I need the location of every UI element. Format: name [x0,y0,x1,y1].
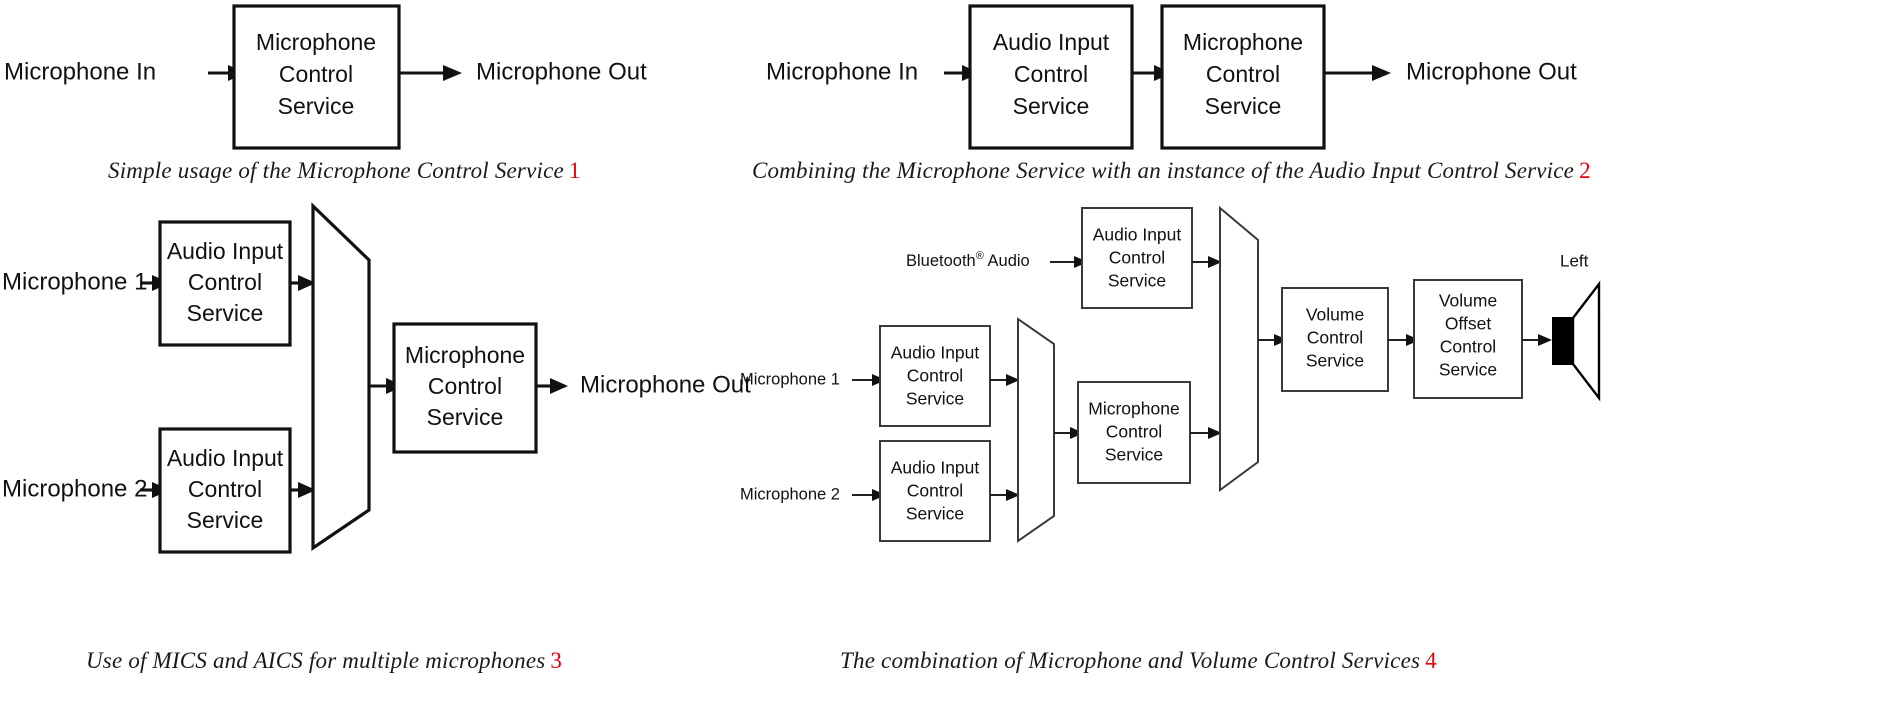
figure-3-number: 3 [550,648,563,673]
input-label-microphone-in: Microphone In [766,58,918,85]
figure-2: Microphone In Audio Input Control Servic… [762,0,1882,180]
aics2-line-2: Control [188,476,262,502]
mics-line-2: Control [428,373,502,399]
aics-bt-line-3: Service [1108,271,1166,291]
aics-m2-line-3: Service [906,504,964,524]
figure-1: Microphone In Microphone Control Service… [0,0,700,180]
arrow-head-out [550,378,568,394]
audio-word: Audio [988,252,1030,270]
figure-1-caption-text: Simple usage of the Microphone Control S… [108,158,564,183]
block1-line-3: Service [1013,93,1090,119]
block2-line-1: Microphone [1183,29,1303,55]
block1-line-1: Audio Input [993,29,1110,55]
figure-4-number: 4 [1425,648,1437,673]
aics-m2-line-1: Audio Input [891,458,980,478]
block1-line-1: Microphone [256,29,376,55]
block2-line-2: Control [1206,61,1280,87]
figure-1-number: 1 [568,158,581,183]
mics-line-1: Microphone [405,342,525,368]
aics2-line-1: Audio Input [167,445,284,471]
aics-m1-line-1: Audio Input [891,343,980,363]
vcs-line-1: Volume [1306,305,1364,325]
figure-4: Bluetooth® Audio Audio Input Control Ser… [730,200,1890,555]
mics-line-2: Control [1106,422,1162,442]
aics1-line-2: Control [188,269,262,295]
output-label-microphone-out: Microphone Out [476,58,647,85]
figure-2-caption: Combining the Microphone Service with an… [752,158,1591,184]
speaker-label-left: Left [1560,251,1589,270]
arrow-head-out [1372,65,1391,81]
mixer-mux [311,202,371,552]
input-label-microphone-2: Microphone 2 [740,485,840,503]
aics2-line-3: Service [187,507,264,533]
figure-2-number: 2 [1579,158,1591,183]
bluetooth-word: Bluetooth [906,252,976,270]
mixer-mux-upper [1219,205,1259,492]
mics-line-3: Service [1105,445,1163,465]
speaker-body-icon [1552,317,1574,365]
aics-m1-line-2: Control [907,366,963,386]
aics1-line-1: Audio Input [167,238,284,264]
input-label-microphone-1: Microphone 1 [740,370,840,388]
aics-m1-line-3: Service [906,389,964,409]
aics-m2-line-2: Control [907,481,963,501]
vocs-line-2: Offset [1445,314,1492,334]
arrow-head-vocs-speaker [1538,334,1552,346]
vocs-line-4: Service [1439,360,1497,380]
figure-1-graphic: Microphone In Microphone Control Service… [4,4,647,150]
block2-line-3: Service [1205,93,1282,119]
input-label-bluetooth-audio: Bluetooth® Audio [906,250,1030,270]
figure-2-graphic: Microphone In Audio Input Control Servic… [766,4,1577,150]
aics-bt-line-2: Control [1109,248,1165,268]
figure-4-caption: The combination of Microphone and Volume… [840,648,1437,674]
mics-line-3: Service [427,404,504,430]
diagram-sheet: Microphone In Microphone Control Service… [0,0,1892,712]
mixer-mux-lower [1017,317,1055,543]
vocs-line-1: Volume [1439,291,1497,311]
mics-line-1: Microphone [1088,399,1179,419]
arrow-head-out [443,65,462,81]
speaker-cone-icon [1571,280,1601,402]
figure-2-caption-text: Combining the Microphone Service with an… [752,158,1575,183]
figure-4-graphic: Bluetooth® Audio Audio Input Control Ser… [740,205,1601,543]
figure-3-graphic: Microphone 1 Audio Input Control Service… [2,202,751,554]
output-label-microphone-out: Microphone Out [1406,58,1577,85]
figure-1-caption: Simple usage of the Microphone Control S… [108,158,581,184]
vocs-line-3: Control [1440,337,1496,357]
output-label-microphone-out: Microphone Out [580,371,751,398]
figure-3: Microphone 1 Audio Input Control Service… [0,200,751,554]
figure-4-caption-text: The combination of Microphone and Volume… [840,648,1421,673]
vcs-line-2: Control [1307,328,1363,348]
figure-3-caption: Use of MICS and AICS for multiple microp… [86,648,562,674]
vcs-line-3: Service [1306,351,1364,371]
input-label-microphone-in: Microphone In [4,58,156,85]
registered-icon: ® [976,250,984,262]
input-label-microphone-1: Microphone 1 [2,268,147,295]
block1-line-3: Service [278,93,355,119]
block1-line-2: Control [279,61,353,87]
block1-line-2: Control [1014,61,1088,87]
aics1-line-3: Service [187,300,264,326]
aics-bt-line-1: Audio Input [1093,225,1182,245]
figure-3-caption-text: Use of MICS and AICS for multiple microp… [86,648,546,673]
input-label-microphone-2: Microphone 2 [2,475,147,502]
